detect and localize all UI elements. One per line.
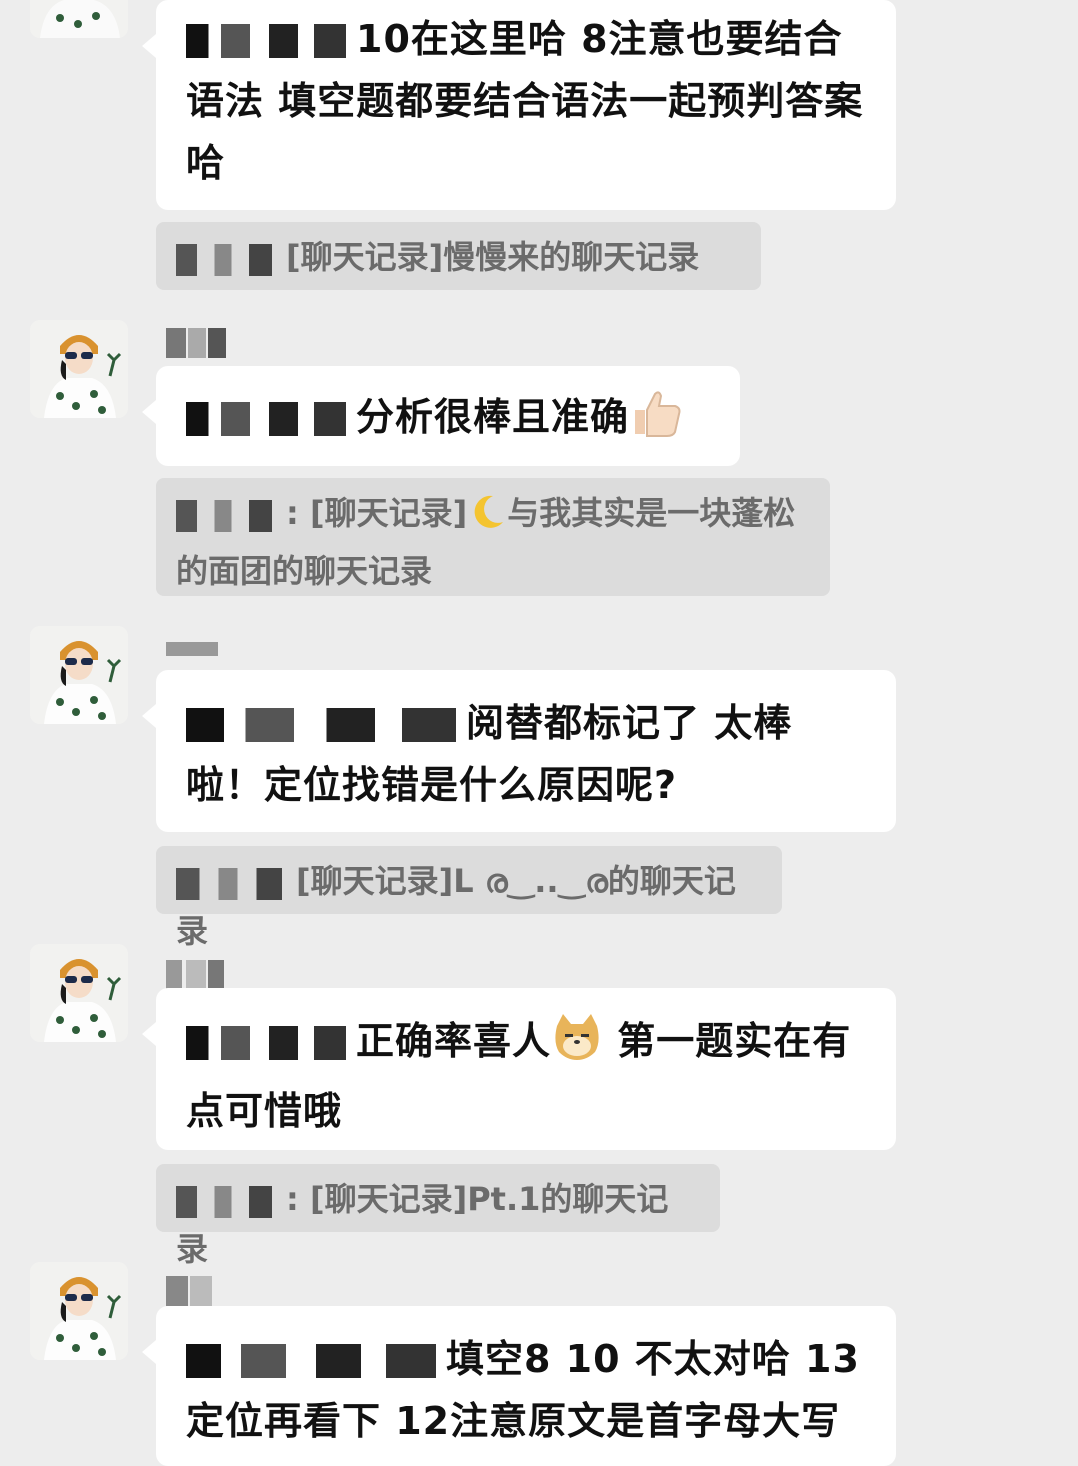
message-bubble[interactable]: 阅替都标记了 太棒啦！定位找错是什么原因呢? bbox=[142, 670, 896, 832]
message-bubble[interactable]: 10在这里哈 8注意也要结合语法 填空题都要结合语法一起预判答案哈 bbox=[142, 0, 896, 210]
quoted-chat-record[interactable]: [聊天记录]L ര‿..‿ര的聊天记录 bbox=[156, 846, 782, 950]
redacted-name-mosaic bbox=[176, 1186, 272, 1218]
message-bubble[interactable]: 正确率喜人 第一题实在有点可惜哦 bbox=[142, 988, 896, 1150]
doge-face-icon bbox=[551, 1012, 603, 1080]
quote-text: [聊天记录]慢慢来的聊天记录 bbox=[286, 238, 700, 276]
avatar-image bbox=[30, 626, 128, 724]
redacted-name-mosaic bbox=[176, 500, 272, 532]
redacted-username bbox=[166, 1276, 216, 1306]
quoted-chat-record[interactable]: [聊天记录]慢慢来的聊天记录 bbox=[156, 222, 761, 290]
quote-separator: : bbox=[286, 494, 310, 532]
avatar[interactable] bbox=[30, 320, 128, 418]
avatar-image bbox=[30, 1262, 128, 1360]
quoted-chat-record[interactable]: : [聊天记录]Pt.1的聊天记录 bbox=[156, 1164, 720, 1268]
avatar[interactable] bbox=[30, 626, 128, 724]
avatar-image bbox=[30, 0, 128, 38]
redacted-username bbox=[166, 642, 218, 662]
quoted-chat-record[interactable]: : [聊天记录] 与我其实是一块蓬松的面团的聊天记录 bbox=[156, 478, 830, 596]
redacted-username bbox=[166, 960, 226, 990]
redacted-name-mosaic bbox=[176, 244, 272, 276]
avatar-image bbox=[30, 944, 128, 1042]
quote-separator: : bbox=[286, 1180, 310, 1218]
redacted-name-mosaic bbox=[186, 708, 456, 742]
redacted-name-mosaic bbox=[186, 24, 346, 58]
quote-text-prefix: [聊天记录] bbox=[309, 494, 468, 532]
avatar[interactable] bbox=[30, 1262, 128, 1360]
redacted-username bbox=[166, 328, 228, 358]
message-bubble[interactable]: 填空8 10 不太对哈 13定位再看下 12注意原文是首字母大写 bbox=[142, 1306, 896, 1466]
avatar[interactable] bbox=[30, 944, 128, 1042]
avatar[interactable] bbox=[30, 0, 128, 38]
message-text: 分析很棒且准确 bbox=[356, 395, 630, 439]
message-bubble[interactable]: 分析很棒且准确 bbox=[142, 366, 740, 466]
crescent-moon-icon bbox=[467, 492, 507, 546]
redacted-name-mosaic bbox=[186, 402, 346, 436]
avatar-image bbox=[30, 320, 128, 418]
redacted-name-mosaic bbox=[186, 1026, 346, 1060]
redacted-name-mosaic bbox=[186, 1344, 436, 1378]
message-text-part1: 正确率喜人 bbox=[356, 1019, 552, 1063]
redacted-name-mosaic bbox=[176, 868, 282, 900]
thumbs-up-icon bbox=[629, 388, 683, 456]
